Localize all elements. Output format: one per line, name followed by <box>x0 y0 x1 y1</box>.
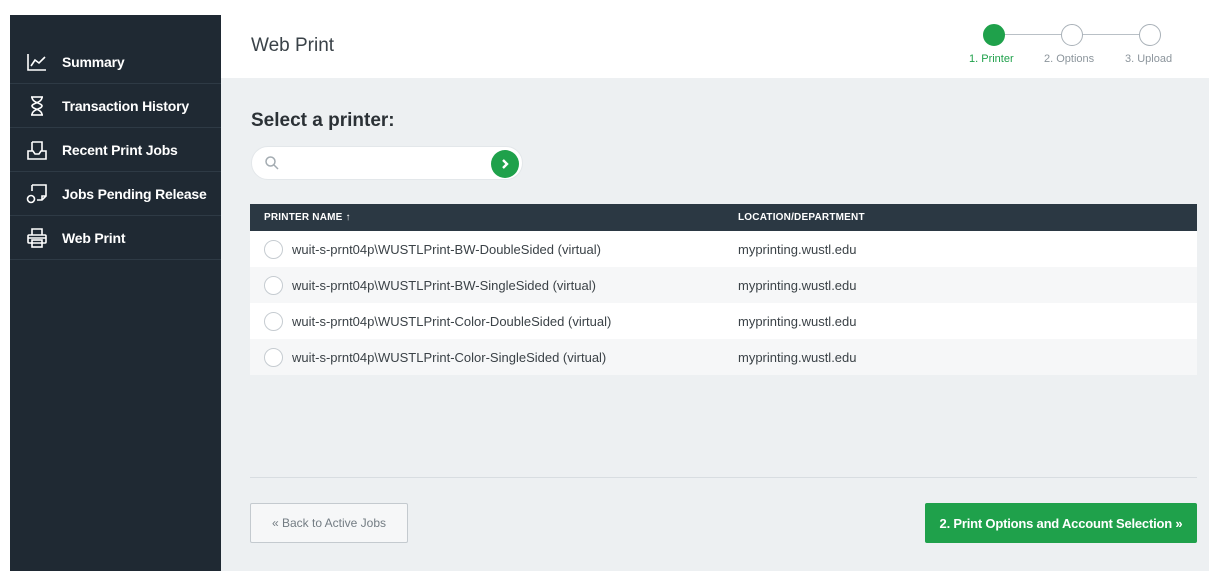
main-content: Select a printer: PRINTER NAME ↑ LOCATIO… <box>221 78 1209 571</box>
step-1-indicator <box>983 24 1005 46</box>
step-2-label: 2. Options <box>1044 53 1095 65</box>
table-row[interactable]: wuit-s-prnt04p\WUSTLPrint-BW-DoubleSided… <box>250 231 1197 267</box>
print-options-next-button[interactable]: 2. Print Options and Account Selection » <box>925 503 1197 543</box>
progress-stepper: 1. Printer 2. Options 3. Upload <box>969 24 1183 72</box>
table-row[interactable]: wuit-s-prnt04p\WUSTLPrint-Color-SingleSi… <box>250 339 1197 375</box>
step-connector <box>1003 34 1061 35</box>
printer-name-cell: wuit-s-prnt04p\WUSTLPrint-BW-SingleSided… <box>250 275 738 295</box>
search-box <box>251 146 523 180</box>
sidebar-item-jobs-pending-release[interactable]: Jobs Pending Release <box>10 172 221 216</box>
table-body: wuit-s-prnt04p\WUSTLPrint-BW-DoubleSided… <box>250 231 1197 375</box>
sidebar-item-label: Transaction History <box>62 97 189 114</box>
column-header-location[interactable]: LOCATION/DEPARTMENT <box>738 212 865 223</box>
step-3-indicator <box>1139 24 1161 46</box>
chevron-right-icon <box>502 159 509 169</box>
sidebar-item-summary[interactable]: Summary <box>10 15 221 84</box>
printer-name-cell: wuit-s-prnt04p\WUSTLPrint-Color-DoubleSi… <box>250 311 738 331</box>
step-1-label: 1. Printer <box>969 53 1014 65</box>
printer-radio[interactable] <box>264 275 283 295</box>
chart-line-icon <box>26 51 48 73</box>
pending-release-icon <box>26 183 48 205</box>
print-tray-icon <box>26 139 48 161</box>
sidebar: Summary Transaction History Recent Print… <box>10 15 221 571</box>
printer-radio[interactable] <box>264 347 283 367</box>
page-title: Web Print <box>251 35 335 56</box>
section-title: Select a printer: <box>251 110 395 131</box>
printer-icon <box>26 227 48 249</box>
step-2-indicator <box>1061 24 1083 46</box>
web-print-app: Summary Transaction History Recent Print… <box>0 0 1209 571</box>
printer-radio[interactable] <box>264 239 283 259</box>
sidebar-item-recent-print-jobs[interactable]: Recent Print Jobs <box>10 128 221 172</box>
search-input[interactable] <box>288 153 478 175</box>
step-3-label: 3. Upload <box>1125 53 1173 65</box>
printer-location: myprinting.wustl.edu <box>738 349 857 365</box>
printer-name-cell: wuit-s-prnt04p\WUSTLPrint-Color-SingleSi… <box>250 347 738 367</box>
search-submit-button[interactable] <box>491 150 519 178</box>
printer-table: PRINTER NAME ↑ LOCATION/DEPARTMENT wuit-… <box>250 204 1197 375</box>
printer-radio[interactable] <box>264 311 283 331</box>
divider <box>250 477 1197 478</box>
column-header-printer-name[interactable]: PRINTER NAME ↑ <box>250 212 738 223</box>
back-to-active-jobs-button[interactable]: « Back to Active Jobs <box>250 503 408 543</box>
table-row[interactable]: wuit-s-prnt04p\WUSTLPrint-Color-DoubleSi… <box>250 303 1197 339</box>
printer-name: wuit-s-prnt04p\WUSTLPrint-Color-DoubleSi… <box>292 313 612 329</box>
sidebar-item-label: Jobs Pending Release <box>62 185 207 202</box>
hourglass-icon <box>26 95 48 117</box>
printer-location: myprinting.wustl.edu <box>738 241 857 257</box>
printer-name: wuit-s-prnt04p\WUSTLPrint-BW-SingleSided… <box>292 277 596 293</box>
sidebar-item-transaction-history[interactable]: Transaction History <box>10 84 221 128</box>
step-connector <box>1081 34 1139 35</box>
header: Web Print 1. Printer 2. Options 3. Uploa… <box>221 15 1209 78</box>
table-row[interactable]: wuit-s-prnt04p\WUSTLPrint-BW-SingleSided… <box>250 267 1197 303</box>
printer-name-cell: wuit-s-prnt04p\WUSTLPrint-BW-DoubleSided… <box>250 239 738 259</box>
sidebar-item-label: Summary <box>62 53 125 70</box>
sidebar-item-label: Web Print <box>62 229 126 246</box>
printer-location: myprinting.wustl.edu <box>738 313 857 329</box>
search-icon <box>264 155 280 171</box>
printer-location: myprinting.wustl.edu <box>738 277 857 293</box>
sidebar-item-label: Recent Print Jobs <box>62 141 178 158</box>
table-header: PRINTER NAME ↑ LOCATION/DEPARTMENT <box>250 204 1197 231</box>
printer-name: wuit-s-prnt04p\WUSTLPrint-Color-SingleSi… <box>292 349 607 365</box>
sidebar-item-web-print[interactable]: Web Print <box>10 216 221 260</box>
printer-name: wuit-s-prnt04p\WUSTLPrint-BW-DoubleSided… <box>292 241 601 257</box>
